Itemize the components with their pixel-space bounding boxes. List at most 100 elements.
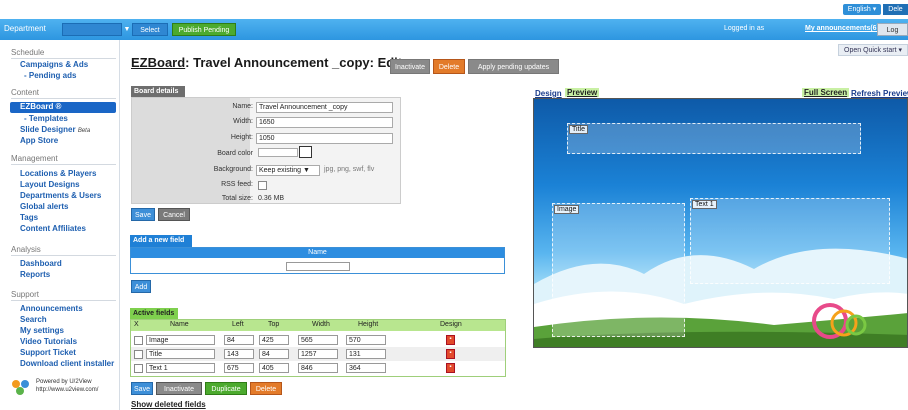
- field-height-input[interactable]: 131: [346, 349, 386, 359]
- language-select[interactable]: English ▾: [843, 4, 881, 15]
- sidebar-item-support-ticket[interactable]: Support Ticket: [20, 348, 76, 357]
- table-row: Image 84 425 565 570 ▪: [131, 333, 505, 347]
- sidebar-item-announcements[interactable]: Announcements: [20, 304, 83, 313]
- sidebar-item-content-affiliates[interactable]: Content Affiliates: [20, 224, 86, 233]
- row-checkbox[interactable]: [134, 364, 143, 373]
- active-fields-tab[interactable]: Active fields: [130, 308, 178, 319]
- sidebar-item-pending-ads[interactable]: - Pending ads: [24, 71, 76, 80]
- design-edit-icon[interactable]: ▪: [446, 349, 455, 359]
- field-left-input[interactable]: 84: [224, 335, 254, 345]
- field-width-input[interactable]: 565: [298, 335, 338, 345]
- design-edit-icon[interactable]: ▪: [446, 335, 455, 345]
- design-edit-icon[interactable]: ▪: [446, 363, 455, 373]
- col-header-left: Left: [232, 321, 244, 328]
- table-row: Text 1 675 405 846 364 ▪: [131, 361, 505, 375]
- ezboard-title-link[interactable]: EZBoard: [131, 55, 185, 70]
- divider: [11, 58, 116, 59]
- add-field-button[interactable]: Add: [131, 280, 151, 293]
- sidebar-item-video-tutorials[interactable]: Video Tutorials: [20, 337, 77, 346]
- full-screen-link[interactable]: Full Screen: [802, 88, 850, 97]
- new-field-name-input[interactable]: [286, 262, 350, 271]
- field-top-input[interactable]: 405: [259, 363, 289, 373]
- board-save-button[interactable]: Save: [131, 208, 155, 221]
- sidebar-section-management: Management: [11, 154, 58, 163]
- row-checkbox[interactable]: [134, 350, 143, 359]
- fields-delete-button[interactable]: Delete: [250, 382, 282, 395]
- fields-save-button[interactable]: Save: [131, 382, 153, 395]
- field-width-input[interactable]: 1257: [298, 349, 338, 359]
- slide-designer-label: Slide Designer: [20, 125, 76, 134]
- apply-pending-updates-button[interactable]: Apply pending updates: [468, 59, 559, 74]
- field-name-input[interactable]: Title: [146, 349, 215, 359]
- sidebar-item-dashboard[interactable]: Dashboard: [20, 259, 62, 268]
- sidebar-item-locations[interactable]: Locations & Players: [20, 169, 96, 178]
- col-header-x: X: [134, 321, 139, 328]
- sidebar-item-download-installer[interactable]: Download client installer: [20, 359, 114, 368]
- sidebar-item-layout-designs[interactable]: Layout Designs: [20, 180, 80, 189]
- sidebar-item-templates[interactable]: - Templates: [24, 114, 68, 123]
- zone-text-1[interactable]: Text 1: [690, 198, 890, 284]
- refresh-preview-link[interactable]: Refresh Preview: [851, 89, 908, 98]
- sidebar-item-app-store[interactable]: App Store: [20, 136, 58, 145]
- sidebar-item-my-settings[interactable]: My settings: [20, 326, 64, 335]
- field-height-input[interactable]: 570: [346, 335, 386, 345]
- page-title-suffix: : Travel Announcement _copy: Edit...: [185, 55, 413, 70]
- sidebar-item-slide-designer[interactable]: Slide Designer Beta: [20, 125, 90, 134]
- board-cancel-button[interactable]: Cancel: [158, 208, 190, 221]
- tab-preview[interactable]: Preview: [565, 88, 600, 97]
- divider: [11, 255, 116, 256]
- height-field[interactable]: 1050: [256, 133, 393, 144]
- col-header-height: Height: [358, 321, 379, 328]
- field-left-input[interactable]: 143: [224, 349, 254, 359]
- rss-feed-checkbox[interactable]: [258, 181, 267, 190]
- show-deleted-fields-link[interactable]: Show deleted fields: [131, 400, 206, 409]
- tab-design[interactable]: Design: [535, 89, 562, 98]
- sidebar-item-reports[interactable]: Reports: [20, 270, 50, 279]
- sidebar-item-tags[interactable]: Tags: [20, 213, 38, 222]
- field-width-input[interactable]: 846: [298, 363, 338, 373]
- sidebar-item-search[interactable]: Search: [20, 315, 47, 324]
- log-button[interactable]: Log: [877, 23, 908, 36]
- inactivate-button[interactable]: Inactivate: [390, 59, 430, 74]
- add-field-name-header: Name: [131, 248, 504, 258]
- zone-title-label: Title: [569, 125, 588, 134]
- zone-title[interactable]: Title: [567, 123, 861, 154]
- sidebar-item-global-alerts[interactable]: Global alerts: [20, 202, 68, 211]
- sidebar-item-ezboard[interactable]: EZBoard ®: [20, 102, 61, 111]
- row-checkbox[interactable]: [134, 336, 143, 345]
- department-select[interactable]: [62, 23, 122, 36]
- field-height-input[interactable]: 364: [346, 363, 386, 373]
- color-picker-button[interactable]: [299, 146, 312, 158]
- board-details-tab[interactable]: Board details: [131, 86, 185, 97]
- field-name-input[interactable]: Text 1: [146, 363, 215, 373]
- quick-start-label: Open Quick start: [844, 47, 897, 54]
- my-announcements-link[interactable]: My announcements(6): [805, 25, 879, 32]
- field-top-input[interactable]: 425: [259, 335, 289, 345]
- sidebar-item-departments[interactable]: Departments & Users: [20, 191, 101, 200]
- add-new-field-tab[interactable]: Add a new field: [130, 235, 192, 247]
- zone-image[interactable]: Image: [552, 203, 685, 337]
- name-field[interactable]: Travel Announcement _copy: [256, 102, 393, 113]
- select-button[interactable]: Select: [132, 23, 168, 36]
- width-field[interactable]: 1650: [256, 117, 393, 128]
- logout-button[interactable]: Dele: [883, 4, 908, 15]
- rss-feed-label: RSS feed:: [221, 181, 253, 188]
- field-name-input[interactable]: Image: [146, 335, 215, 345]
- field-left-input[interactable]: 675: [224, 363, 254, 373]
- quick-start-dropdown[interactable]: Open Quick start ▾: [838, 44, 908, 56]
- top-strip: [0, 0, 908, 19]
- delete-button[interactable]: Delete: [433, 59, 465, 74]
- publish-pending-button[interactable]: Publish Pending: [172, 23, 236, 36]
- background-select[interactable]: Keep existing ▼: [256, 165, 320, 176]
- sidebar-item-campaigns[interactable]: Campaigns & Ads: [20, 60, 88, 69]
- field-top-input[interactable]: 84: [259, 349, 289, 359]
- background-label: Background:: [213, 166, 253, 173]
- sidebar-section-support: Support: [11, 290, 40, 299]
- powered-by-url: http://www.u2view.com/: [36, 387, 99, 393]
- fields-inactivate-button[interactable]: Inactivate: [156, 382, 202, 395]
- background-option: Keep existing: [259, 167, 302, 174]
- fields-duplicate-button[interactable]: Duplicate: [205, 382, 247, 395]
- col-header-design: Design: [440, 321, 462, 328]
- chevron-down-icon[interactable]: ▼: [122, 23, 132, 36]
- board-color-swatch[interactable]: [258, 148, 298, 157]
